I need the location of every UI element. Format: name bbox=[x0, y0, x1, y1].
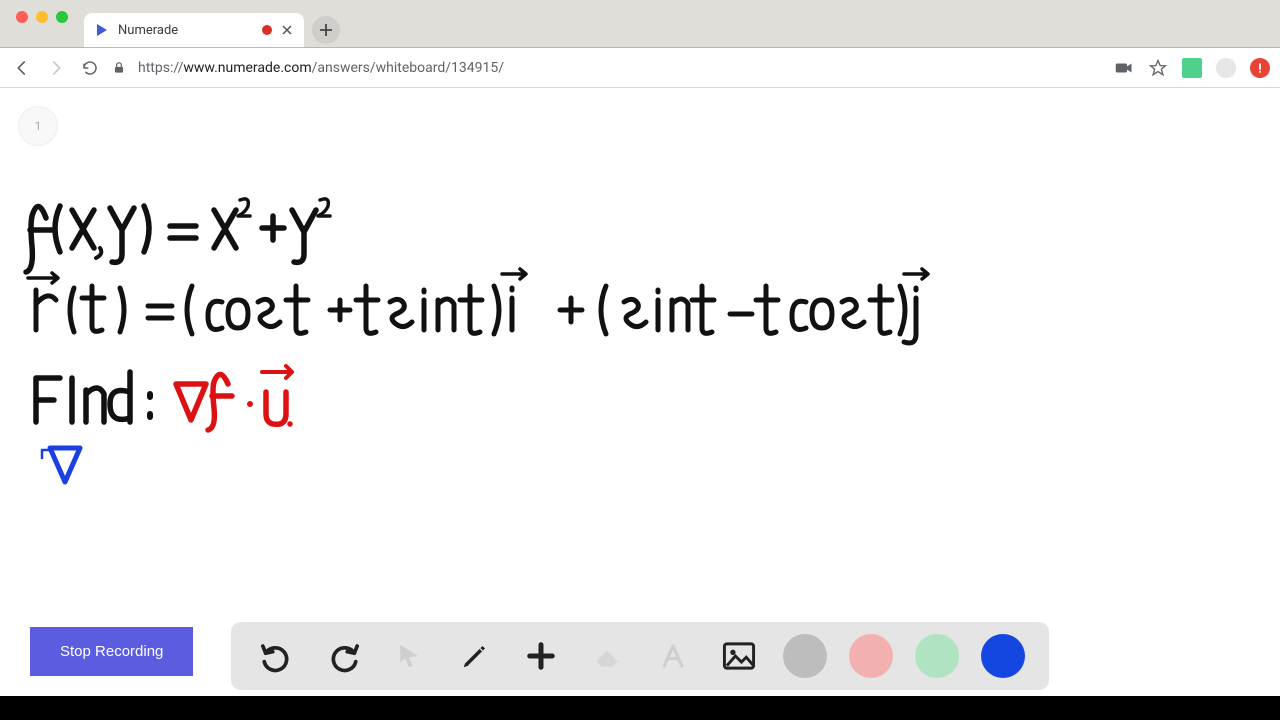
url-host: www.numerade.com bbox=[183, 60, 311, 76]
forward-button[interactable] bbox=[44, 56, 68, 80]
tab-title: Numerade bbox=[118, 23, 254, 38]
extension-green-icon[interactable] bbox=[1182, 58, 1202, 78]
redo-button[interactable] bbox=[321, 634, 365, 678]
reload-button[interactable] bbox=[78, 56, 102, 80]
close-window-icon[interactable] bbox=[16, 11, 28, 23]
browser-tab-strip: Numerade bbox=[0, 0, 1280, 48]
lock-icon[interactable] bbox=[112, 60, 128, 76]
new-tab-button[interactable] bbox=[312, 16, 340, 44]
bookmark-star-icon[interactable] bbox=[1148, 58, 1168, 78]
favicon-icon bbox=[94, 22, 110, 38]
close-tab-icon[interactable] bbox=[280, 23, 294, 37]
minimize-window-icon[interactable] bbox=[36, 11, 48, 23]
profile-avatar-icon[interactable] bbox=[1216, 58, 1236, 78]
recording-indicator-icon bbox=[262, 25, 272, 35]
stop-recording-label: Stop Recording bbox=[60, 643, 163, 660]
eraser-tool[interactable] bbox=[585, 634, 629, 678]
extension-red-icon[interactable] bbox=[1250, 58, 1270, 78]
whiteboard-toolbar bbox=[231, 622, 1049, 690]
add-shape-tool[interactable] bbox=[519, 634, 563, 678]
whiteboard-canvas[interactable] bbox=[0, 88, 1280, 708]
pointer-tool[interactable] bbox=[387, 634, 431, 678]
camera-icon[interactable] bbox=[1114, 58, 1134, 78]
undo-button[interactable] bbox=[255, 634, 299, 678]
address-bar: https://www.numerade.com/answers/whitebo… bbox=[0, 48, 1280, 88]
page-content: 1 bbox=[0, 88, 1280, 708]
browser-tab[interactable]: Numerade bbox=[84, 13, 304, 47]
text-tool[interactable] bbox=[651, 634, 695, 678]
url-display[interactable]: https://www.numerade.com/answers/whitebo… bbox=[138, 60, 1104, 76]
url-path: /answers/whiteboard/134915/ bbox=[312, 60, 504, 76]
image-tool[interactable] bbox=[717, 634, 761, 678]
color-pink-swatch[interactable] bbox=[849, 634, 893, 678]
color-grey-swatch[interactable] bbox=[783, 634, 827, 678]
pencil-tool[interactable] bbox=[453, 634, 497, 678]
bottom-black-bar bbox=[0, 696, 1280, 708]
color-blue-swatch[interactable] bbox=[981, 634, 1025, 678]
url-protocol: https:// bbox=[138, 60, 183, 76]
color-green-swatch[interactable] bbox=[915, 634, 959, 678]
back-button[interactable] bbox=[10, 56, 34, 80]
maximize-window-icon[interactable] bbox=[56, 11, 68, 23]
window-controls bbox=[10, 0, 74, 47]
toolbar-right-icons bbox=[1114, 58, 1270, 78]
stop-recording-button[interactable]: Stop Recording bbox=[30, 627, 193, 676]
